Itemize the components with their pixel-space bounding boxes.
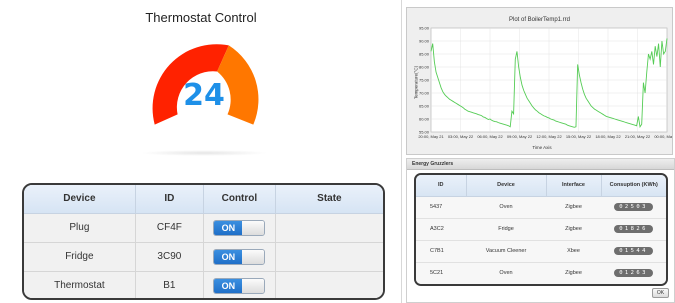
- toggle-on-label: ON: [214, 249, 243, 264]
- col-header-device: Device: [24, 185, 136, 214]
- gauge-base-shadow: [140, 150, 268, 156]
- energy-row: 5C21 Oven Zigbee 01263: [416, 262, 666, 284]
- device-name: Plug: [24, 213, 136, 243]
- energy-device-name: Vacuum Cleener: [466, 240, 546, 263]
- control-cell: ON: [203, 242, 276, 272]
- col-header-control: Control: [203, 185, 276, 214]
- ok-button[interactable]: OK: [652, 288, 669, 298]
- energy-interface: Zigbee: [546, 262, 601, 284]
- consumption-counter: 01544: [614, 247, 653, 255]
- y-tick-label: 95.00: [419, 25, 430, 30]
- col-header-device: Device: [466, 175, 547, 197]
- col-header-id: ID: [416, 175, 467, 197]
- consumption-cell: 01826: [601, 218, 666, 241]
- energy-device-name: Fridge: [466, 218, 546, 241]
- power-toggle-plug[interactable]: ON: [213, 219, 266, 236]
- toggle-off-thumb: [242, 278, 265, 293]
- x-tick-label: 15:00, May 22: [566, 134, 592, 139]
- consumption-cell: 01544: [601, 240, 666, 263]
- y-tick-label: 85.00: [419, 51, 430, 56]
- x-tick-label: 21:00, May 22: [625, 134, 651, 139]
- energy-interface: Xbee: [546, 240, 601, 263]
- y-tick-label: 60.00: [419, 116, 430, 121]
- consumption-counter: 02503: [614, 203, 653, 211]
- energy-table-card: ID Device Interface Consuption (KWh) 543…: [414, 173, 668, 286]
- device-name: Thermostat: [24, 271, 136, 298]
- energy-device-name: Oven: [466, 196, 546, 219]
- plot-x-ticks: 20:00, May 21 03:00, May 22 06:00, May 22 0…: [418, 134, 672, 139]
- toggle-on-label: ON: [214, 220, 243, 235]
- energy-device-id: 5C21: [416, 262, 466, 284]
- x-tick-label: 03:00, May 22: [448, 134, 474, 139]
- col-header-interface: Interface: [546, 175, 602, 197]
- control-cell: ON: [203, 271, 276, 298]
- x-tick-label: 20:00, May 21: [418, 134, 444, 139]
- app-window: Thermostat Control 24 Device ID Control …: [0, 0, 675, 303]
- device-row: Thermostat B1 ON: [24, 271, 383, 298]
- y-tick-label: 70.00: [419, 90, 430, 95]
- y-tick-label: 65.00: [419, 103, 430, 108]
- device-state: [275, 271, 383, 298]
- temperature-line-chart: 95.00 90.00 85.00 80.00 75.00 70.00 65.00 60.00…: [418, 25, 672, 139]
- device-row: Fridge 3C90 ON: [24, 242, 383, 272]
- power-toggle-fridge[interactable]: ON: [213, 248, 266, 265]
- col-header-id: ID: [135, 185, 204, 214]
- device-id: B1: [135, 271, 204, 298]
- thermostat-panel: Thermostat Control 24 Device ID Control …: [0, 0, 402, 303]
- energy-interface: Zigbee: [546, 218, 601, 241]
- col-header-state: State: [275, 185, 383, 214]
- device-table-header: Device ID Control State: [24, 185, 383, 214]
- device-name: Fridge: [24, 242, 136, 272]
- energy-table: ID Device Interface Consuption (KWh) 543…: [416, 175, 666, 284]
- x-tick-label: 12:00, May 22: [536, 134, 562, 139]
- x-tick-label: 06:00, May 22: [477, 134, 503, 139]
- x-tick-label: 09:00, May 22: [507, 134, 533, 139]
- energy-row: A3C2 Fridge Zigbee 01826: [416, 218, 666, 241]
- energy-device-id: C7B1: [416, 240, 466, 263]
- gauge-value: 24: [183, 78, 225, 113]
- toggle-off-thumb: [242, 220, 265, 235]
- device-control-card: Device ID Control State Plug CF4F ON Fri…: [22, 183, 385, 300]
- energy-row: C7B1 Vacuum Cleener Xbee 01544: [416, 240, 666, 263]
- toggle-on-label: ON: [214, 278, 243, 293]
- energy-table-header: ID Device Interface Consuption (KWh): [416, 175, 666, 197]
- energy-gruzzlers-panel: Energy Gruzzlers ID Device Interface Con…: [406, 158, 675, 303]
- consumption-counter: 01826: [614, 225, 653, 233]
- toggle-off-thumb: [242, 249, 265, 264]
- consumption-cell: 02503: [601, 196, 666, 219]
- y-tick-label: 90.00: [419, 38, 430, 43]
- energy-device-id: 5437: [416, 196, 466, 219]
- energy-device-id: A3C2: [416, 218, 466, 241]
- energy-device-name: Oven: [466, 262, 546, 284]
- thermostat-title: Thermostat Control: [145, 10, 257, 25]
- energy-row: 5437 Oven Zigbee 02503: [416, 196, 666, 219]
- device-state: [275, 213, 383, 243]
- power-toggle-thermostat[interactable]: ON: [213, 277, 266, 294]
- boiler-plot-panel: Plot of BoilerTemp1.rrd Temperature(°C) …: [406, 7, 673, 155]
- device-table: Device ID Control State Plug CF4F ON Fri…: [24, 185, 383, 298]
- x-tick-label: 00:00, May 23: [654, 134, 672, 139]
- consumption-cell: 01263: [601, 262, 666, 284]
- y-tick-label: 75.00: [419, 77, 430, 82]
- device-id: CF4F: [135, 213, 204, 243]
- x-tick-label: 18:00, May 22: [595, 134, 621, 139]
- device-row: Plug CF4F ON: [24, 213, 383, 243]
- plot-y-ticks: 95.00 90.00 85.00 80.00 75.00 70.00 65.00 60.00…: [419, 25, 430, 134]
- y-tick-label: 80.00: [419, 64, 430, 69]
- energy-interface: Zigbee: [546, 196, 601, 219]
- device-id: 3C90: [135, 242, 204, 272]
- col-header-consumption: Consuption (KWh): [601, 175, 666, 197]
- energy-panel-title: Energy Gruzzlers: [407, 159, 674, 170]
- consumption-counter: 01263: [614, 269, 653, 278]
- device-state: [275, 242, 383, 272]
- control-cell: ON: [203, 213, 276, 243]
